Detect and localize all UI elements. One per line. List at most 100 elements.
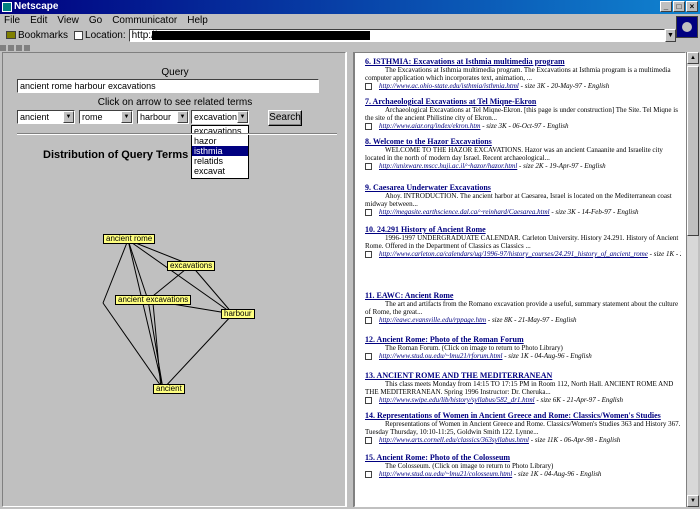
search-result: 9. Caesarea Underwater Excavations Ahoy. …: [365, 183, 681, 217]
result-checkbox[interactable]: [365, 123, 372, 130]
result-snippet: The Roman Forum. (Click on image to retu…: [385, 344, 563, 352]
maximize-button[interactable]: □: [673, 1, 685, 12]
result-url-line: http://www.stud.ou.edu/~lmu21/colosseum.…: [365, 470, 681, 479]
result-snippet: The Colosseum. (Click on image to return…: [385, 462, 554, 470]
result-snippet: Representations of Women in Ancient Gree…: [365, 420, 681, 436]
edge: [162, 313, 234, 390]
scroll-down-button[interactable]: ▼: [687, 495, 699, 507]
menu-help[interactable]: Help: [187, 14, 208, 28]
result-checkbox[interactable]: [365, 209, 372, 216]
search-result: 14. Representations of Women in Ancient …: [365, 411, 681, 445]
search-result: 15. Ancient Rome: Photo of the Colosseum…: [365, 453, 681, 479]
search-result: 8. Welcome to the Hazor Excavations WELCO…: [365, 137, 681, 171]
term-node[interactable]: ancient rome: [103, 234, 156, 244]
bookmarks-label: Bookmarks: [18, 29, 69, 41]
result-url-line: http://www.aiar.org/index/ekron.htm - si…: [365, 122, 681, 131]
result-snippet: This class meets Monday from 14:15 TO 17…: [365, 380, 674, 396]
edge: [127, 239, 164, 390]
bookmarks-button[interactable]: Bookmarks: [0, 30, 74, 41]
search-result: 12. Ancient Rome: Photo of the Roman For…: [365, 335, 681, 361]
result-title-link[interactable]: 12. Ancient Rome: Photo of the Roman For…: [365, 335, 524, 344]
edge: [147, 299, 164, 390]
result-title: 13. ANCIENT ROME AND THE MEDITERRANEAN: [365, 371, 681, 380]
frame-splitter[interactable]: [346, 52, 354, 507]
result-checkbox[interactable]: [365, 163, 372, 170]
result-meta: - size 3K - 14-Feb-97 - English: [549, 208, 639, 216]
result-checkbox[interactable]: [365, 471, 372, 478]
result-title: 7. Archaeological Excavations at Tel Miq…: [365, 97, 681, 106]
result-snippet: The art and artifacts from the Romano ex…: [365, 300, 679, 316]
result-title: 10. 24.291 History of Ancient Rome: [365, 225, 681, 234]
edge: [190, 264, 234, 315]
result-title: 15. Ancient Rome: Photo of the Colosseum: [365, 453, 681, 462]
result-checkbox[interactable]: [365, 353, 372, 360]
menu-bar: File Edit View Go Communicator Help: [0, 14, 700, 28]
result-title-link[interactable]: 13. ANCIENT ROME AND THE MEDITERRANEAN: [365, 371, 552, 380]
result-url-line: http://eawc.evansville.edu/rppage.htm - …: [365, 316, 681, 325]
toolbar-grip[interactable]: [0, 42, 60, 51]
url-input[interactable]: http://: [128, 28, 665, 42]
result-url-link[interactable]: http://eawc.evansville.edu/rppage.htm: [379, 316, 486, 324]
result-url-link[interactable]: http://www.swipe.edu/lib/history/syllabu…: [379, 396, 535, 404]
result-url-link[interactable]: http://www.stud.ou.edu/~lmu21/colosseum.…: [379, 470, 512, 478]
result-url-link[interactable]: http://www.carleton.ca/calendars/ug/1996…: [379, 250, 648, 258]
scroll-up-button[interactable]: ▲: [687, 52, 699, 64]
scroll-thumb[interactable]: [687, 66, 699, 236]
result-title: 12. Ancient Rome: Photo of the Roman For…: [365, 335, 681, 344]
result-title-link[interactable]: 11. EAWC: Ancient Rome: [365, 291, 453, 300]
result-title-link[interactable]: 15. Ancient Rome: Photo of the Colosseum: [365, 453, 510, 462]
result-snippet: WELCOME TO THE HAZOR EXCAVATIONS. Hazor …: [365, 146, 663, 162]
result-snippet: Archaeological Excavations at Tel Miqne-…: [365, 106, 678, 122]
result-title-link[interactable]: 10. 24.291 History of Ancient Rome: [365, 225, 486, 234]
result-meta: - size 1K - 21-Aug-97 - English: [649, 250, 681, 258]
result-meta: - size 11K - 06-Apr-98 - English: [528, 436, 621, 444]
result-url-line: http://www.swipe.edu/lib/history/syllabu…: [365, 396, 681, 405]
term-node[interactable]: ancient excavations: [115, 295, 192, 305]
result-title: 6. ISTHMIA: Excavations at Isthmia multi…: [365, 57, 681, 66]
result-checkbox[interactable]: [365, 437, 372, 444]
result-url-link[interactable]: http://unixware.mscc.huji.ac.il/~hazor/h…: [379, 162, 517, 170]
result-checkbox[interactable]: [365, 251, 372, 258]
result-title: 9. Caesarea Underwater Excavations: [365, 183, 681, 192]
result-title-link[interactable]: 8. Welcome to the Hazor Excavations: [365, 137, 492, 146]
result-title-link[interactable]: 9. Caesarea Underwater Excavations: [365, 183, 491, 192]
results-frame: 6. ISTHMIA: Excavations at Isthmia multi…: [354, 52, 686, 507]
menu-file[interactable]: File: [4, 14, 20, 28]
result-title: 8. Welcome to the Hazor Excavations: [365, 137, 681, 146]
netscape-throbber-icon[interactable]: [676, 16, 698, 38]
search-result: 11. EAWC: Ancient Rome The art and artifa…: [365, 291, 681, 325]
result-meta: - size 8K - 21-May-97 - English: [486, 316, 577, 324]
result-checkbox[interactable]: [365, 83, 372, 90]
search-result: 10. 24.291 History of Ancient Rome 1996-1…: [365, 225, 681, 259]
url-history-dropdown[interactable]: ▼: [665, 28, 676, 42]
term-node[interactable]: harbour: [221, 309, 255, 319]
result-url-link[interactable]: http://www.stud.ou.edu/~lmu21/rforum.htm…: [379, 352, 502, 360]
menu-edit[interactable]: Edit: [30, 14, 47, 28]
minimize-button[interactable]: _: [660, 1, 672, 12]
results-scrollbar[interactable]: ▲ ▼: [686, 52, 699, 507]
result-url-link[interactable]: http://www.arts.cornell.edu/classics/363…: [379, 436, 529, 444]
result-title: 11. EAWC: Ancient Rome: [365, 291, 681, 300]
page-proxy-icon[interactable]: [74, 30, 84, 40]
result-url-link[interactable]: http://www.aiar.org/index/ekron.htm: [379, 122, 480, 130]
result-title-link[interactable]: 7. Archaeological Excavations at Tel Miq…: [365, 97, 536, 106]
result-checkbox[interactable]: [365, 397, 372, 404]
window-title: Netscape: [14, 1, 59, 12]
result-title-link[interactable]: 14. Representations of Women in Ancient …: [365, 411, 661, 420]
menu-communicator[interactable]: Communicator: [112, 14, 177, 28]
query-frame: Query ancient rome harbour excavations C…: [2, 52, 346, 507]
result-url-link[interactable]: http://megasite.earthscience.dal.ca/~rei…: [379, 208, 550, 216]
result-title: 14. Representations of Women in Ancient …: [365, 411, 681, 420]
edge: [127, 239, 149, 301]
result-title-link[interactable]: 6. ISTHMIA: Excavations at Isthmia multi…: [365, 57, 565, 66]
term-node[interactable]: ancient: [153, 384, 185, 394]
result-url-link[interactable]: http://www.ac.ohio-state.edu/isthmia/ist…: [379, 82, 519, 90]
bookmarks-icon: [6, 31, 16, 39]
menu-view[interactable]: View: [57, 14, 79, 28]
result-snippet: The Excavations at Isthmia multimedia pr…: [365, 66, 671, 82]
browser-window: Netscape _ □ × File Edit View Go Communi…: [0, 0, 700, 509]
close-button[interactable]: ×: [686, 1, 698, 12]
result-checkbox[interactable]: [365, 317, 372, 324]
term-node[interactable]: excavations: [167, 261, 216, 271]
menu-go[interactable]: Go: [89, 14, 102, 28]
